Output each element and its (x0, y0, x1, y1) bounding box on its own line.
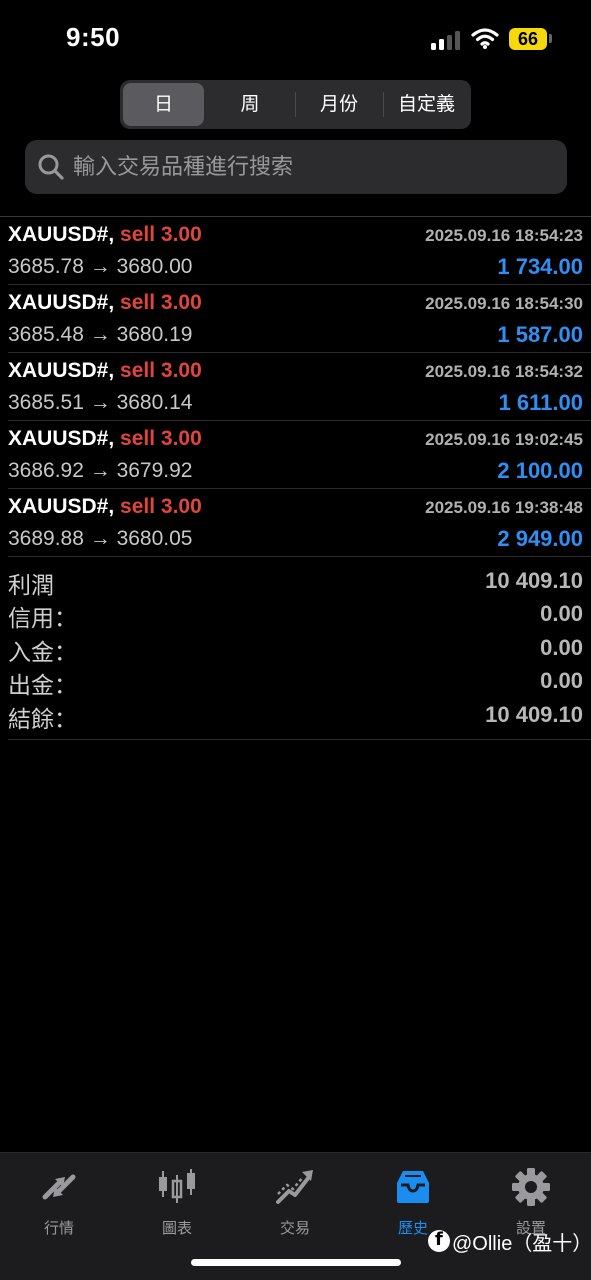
trade-symbol: XAUUSD#, (8, 427, 115, 450)
search-bar (25, 140, 567, 194)
gear-icon (512, 1168, 550, 1206)
trade-prices: 3686.92 → 3679.92 (8, 459, 193, 482)
segment-divider (295, 92, 296, 117)
trade-row[interactable]: XAUUSD#, sell 3.00 3689.88 → 3680.05 202… (0, 489, 591, 557)
summary-value: 0.00 (540, 601, 583, 626)
search-input[interactable] (73, 140, 553, 194)
summary-value: 0.00 (540, 668, 583, 693)
trade-symbol: XAUUSD#, (8, 359, 115, 382)
trade-prices: 3685.51 → 3680.14 (8, 391, 193, 414)
trade-prices: 3685.48 → 3680.19 (8, 323, 193, 346)
quotes-arrows-icon (42, 1174, 76, 1200)
home-indicator[interactable] (191, 1259, 401, 1266)
trade-header: XAUUSD#, sell 3.00 (8, 427, 202, 451)
summary-value: 10 409.10 (485, 568, 583, 593)
trade-row[interactable]: XAUUSD#, sell 3.00 3686.92 → 3679.92 202… (0, 421, 591, 489)
period-tab-custom[interactable]: 自定義 (385, 83, 468, 126)
trade-row[interactable]: XAUUSD#, sell 3.00 3685.78 → 3680.00 202… (0, 217, 591, 285)
trade-header: XAUUSD#, sell 3.00 (8, 359, 202, 383)
tab-charts[interactable]: 圖表 (118, 1161, 236, 1241)
facebook-icon: f (428, 1229, 450, 1252)
trade-trend-icon (276, 1170, 313, 1204)
tab-quotes[interactable]: 行情 (0, 1161, 118, 1241)
status-time: 9:50 (66, 22, 121, 52)
battery-icon: 66 (509, 28, 547, 50)
trade-profit: 2 100.00 (497, 458, 583, 483)
trade-type: sell 3.00 (120, 495, 202, 518)
summary-label: 結餘： (8, 706, 77, 732)
tab-trade[interactable]: 交易 (236, 1161, 354, 1241)
tab-label: 行情 (43, 1220, 74, 1237)
trade-symbol: XAUUSD#, (8, 495, 115, 518)
summary-label: 利潤 (8, 572, 54, 598)
trade-header: XAUUSD#, sell 3.00 (8, 223, 202, 247)
period-tab-day[interactable]: 日 (123, 83, 204, 126)
trade-type: sell 3.00 (120, 427, 202, 450)
trade-prices: 3689.88 → 3680.05 (8, 527, 193, 550)
status-bar: 9:50 66 (0, 0, 591, 78)
trade-row[interactable]: XAUUSD#, sell 3.00 3685.51 → 3680.14 202… (0, 353, 591, 421)
summary-row-profit: 利潤 10 409.10 (0, 566, 591, 600)
watermark-text: @Ollie（盈十） (452, 1233, 591, 1255)
summary-row-credit: 信用： 0.00 (0, 599, 591, 633)
summary-label: 入金： (8, 639, 77, 665)
summary-row-deposit: 入金： 0.00 (0, 633, 591, 667)
trade-header: XAUUSD#, sell 3.00 (8, 291, 202, 315)
period-segmented-control: 日 周 月份 自定義 (120, 80, 471, 129)
trade-symbol: XAUUSD#, (8, 291, 115, 314)
trade-profit: 1 611.00 (498, 390, 583, 415)
trade-prices: 3685.78 → 3680.00 (8, 255, 193, 278)
wifi-icon (471, 28, 499, 49)
trade-row[interactable]: XAUUSD#, sell 3.00 3685.48 → 3680.19 202… (0, 285, 591, 353)
battery-level: 66 (517, 29, 539, 49)
battery-tip (549, 34, 552, 43)
candlestick-chart-icon (159, 1169, 195, 1203)
trade-time: 2025.09.16 19:38:48 (425, 498, 583, 517)
summary-row-balance: 結餘： 10 409.10 (0, 700, 591, 734)
trade-symbol: XAUUSD#, (8, 223, 115, 246)
cellular-signal-icon (431, 30, 463, 50)
search-icon (38, 154, 64, 180)
trade-time: 2025.09.16 18:54:23 (425, 226, 583, 245)
period-tab-month[interactable]: 月份 (297, 83, 381, 126)
summary-label: 信用： (8, 605, 77, 631)
trade-type: sell 3.00 (120, 359, 202, 382)
history-tray-icon (397, 1171, 429, 1203)
trade-profit: 1 734.00 (497, 254, 583, 279)
summary-value: 0.00 (540, 635, 583, 660)
trade-type: sell 3.00 (120, 291, 202, 314)
trade-time: 2025.09.16 18:54:30 (425, 294, 583, 313)
trade-time: 2025.09.16 19:02:45 (425, 430, 583, 449)
trade-time: 2025.09.16 18:54:32 (425, 362, 583, 381)
segment-divider (383, 92, 384, 117)
row-divider (8, 556, 591, 557)
tab-label: 交易 (279, 1220, 310, 1237)
period-tab-week[interactable]: 周 (208, 83, 292, 126)
tab-label: 圖表 (161, 1220, 192, 1237)
summary-value: 10 409.10 (485, 702, 583, 727)
summary-label: 出金： (8, 672, 77, 698)
summary-divider (8, 739, 591, 740)
summary-row-withdrawal: 出金： 0.00 (0, 666, 591, 700)
trade-header: XAUUSD#, sell 3.00 (8, 495, 202, 519)
trade-profit: 1 587.00 (497, 322, 583, 347)
trade-profit: 2 949.00 (497, 526, 583, 551)
trade-type: sell 3.00 (120, 223, 202, 246)
